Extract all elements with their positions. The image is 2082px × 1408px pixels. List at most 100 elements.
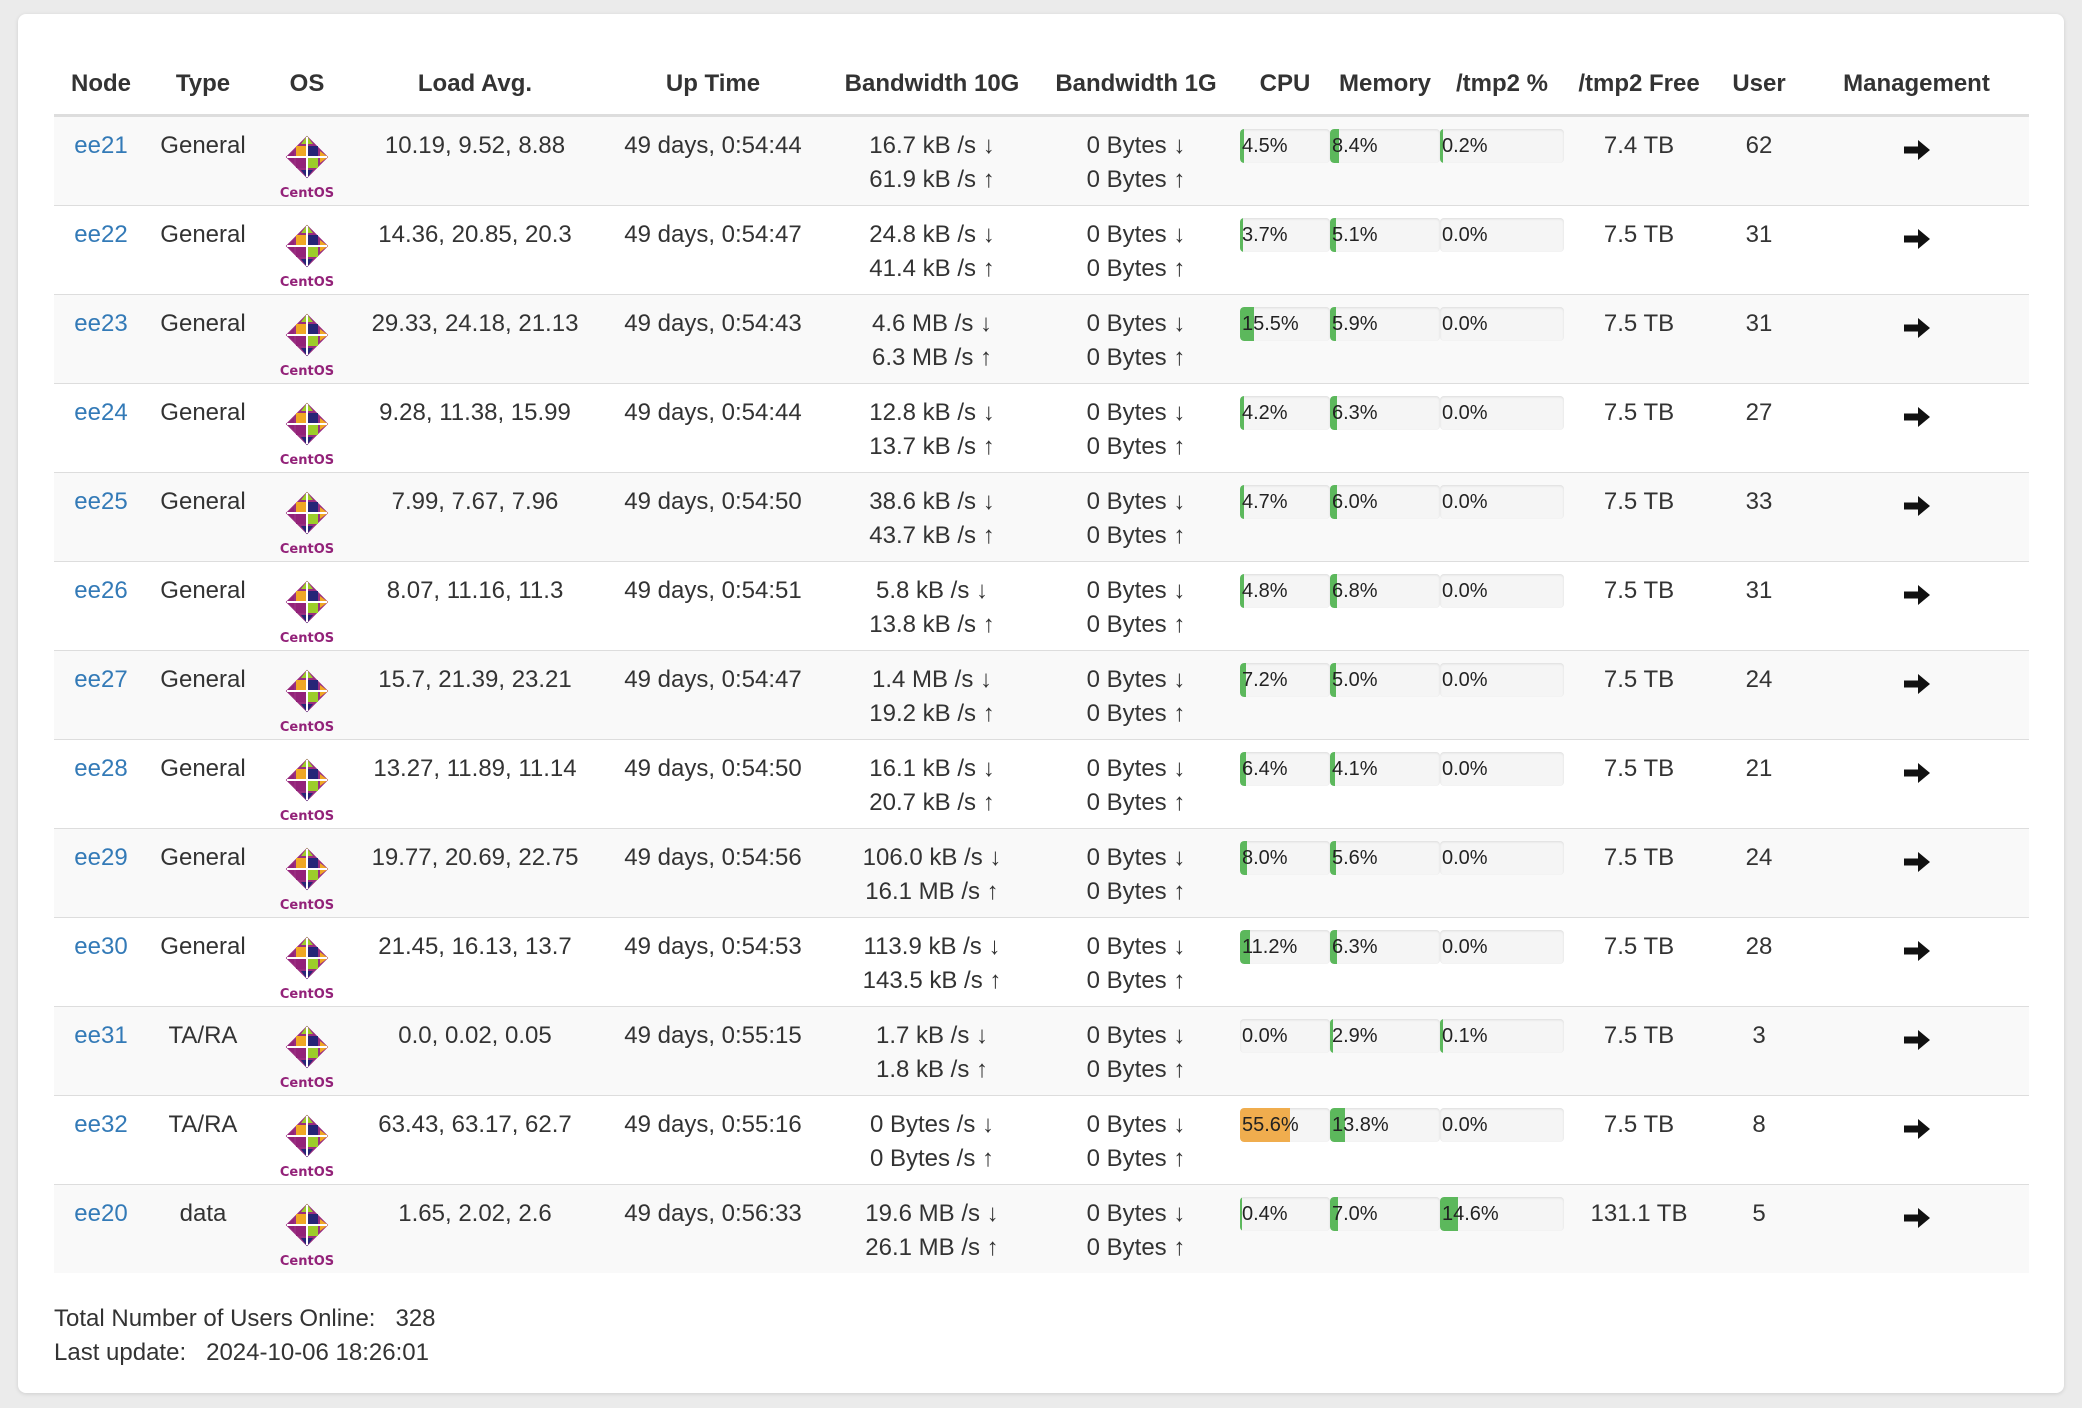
bandwidth-1g-down: 0 Bytes ↓ <box>1086 1022 1186 1049</box>
arrow-right-icon[interactable] <box>1902 740 1932 788</box>
memory-progress-bar-label: 8.4% <box>1332 135 1378 157</box>
os-cell: CentOS <box>258 383 356 473</box>
arrow-right-icon[interactable] <box>1902 473 1932 521</box>
node-link[interactable]: ee28 <box>54 752 148 786</box>
cpu-progress-bar: 7.2% <box>1240 663 1330 697</box>
header-bandwidth-10g: Bandwidth 10G <box>832 54 1032 117</box>
memory-progress-bar: 2.9% <box>1330 1019 1440 1053</box>
tmp2-free: 7.5 TB <box>1603 844 1675 871</box>
bandwidth-10g-up: 41.4 kB /s ↑ <box>869 255 995 282</box>
bandwidth-1g-cell: 0 Bytes ↓ 0 Bytes ↑ <box>1032 205 1240 295</box>
tmp2-progress-bar: 0.0% <box>1440 396 1564 430</box>
user-count-cell: 8 <box>1714 1095 1804 1185</box>
last-update-line: Last update: 2024-10-06 18:26:01 <box>54 1336 436 1370</box>
bandwidth-1g-down: 0 Bytes ↓ <box>1086 844 1186 871</box>
svg-text:CentOS: CentOS <box>280 542 334 557</box>
arrow-right-icon[interactable] <box>1902 1185 1932 1233</box>
bandwidth-1g-cell: 0 Bytes ↓ 0 Bytes ↑ <box>1032 828 1240 918</box>
arrow-right-icon[interactable] <box>1902 562 1932 610</box>
header-management: Management <box>1804 54 2029 117</box>
tmp2-free: 7.4 TB <box>1603 132 1675 159</box>
tmp2-percent-cell: 0.0% <box>1440 383 1564 473</box>
tmp2-free: 131.1 TB <box>1590 1200 1688 1227</box>
node-cell: ee28 <box>54 739 148 829</box>
user-count: 31 <box>1745 310 1773 337</box>
user-count: 31 <box>1745 221 1773 248</box>
svg-text:CentOS: CentOS <box>280 631 334 646</box>
node-link[interactable]: ee30 <box>54 930 148 964</box>
bandwidth-10g-up: 1.8 kB /s ↑ <box>875 1056 989 1083</box>
type-cell: General <box>148 739 258 829</box>
table-row: ee30 General CentOS 21.45, 16.13, 13.7 49 … <box>54 917 2029 1007</box>
tmp2-percent-cell: 0.0% <box>1440 917 1564 1007</box>
uptime-cell: 49 days, 0:54:51 <box>594 561 832 651</box>
tmp2-progress-bar-label: 0.0% <box>1442 313 1488 335</box>
cpu-progress-bar: 4.7% <box>1240 485 1330 519</box>
os-cell: CentOS <box>258 828 356 918</box>
bandwidth-1g-up: 0 Bytes ↑ <box>1086 166 1186 193</box>
node-type: TA/RA <box>168 1022 238 1049</box>
tmp2-free: 7.5 TB <box>1603 1022 1675 1049</box>
node-link[interactable]: ee23 <box>54 307 148 341</box>
load-average: 0.0, 0.02, 0.05 <box>398 1022 552 1049</box>
node-link[interactable]: ee31 <box>54 1019 148 1053</box>
header-cpu: CPU <box>1240 54 1330 117</box>
bandwidth-1g-up: 0 Bytes ↑ <box>1086 1234 1186 1261</box>
header-up-time: Up Time <box>594 54 832 117</box>
arrow-right-icon[interactable] <box>1902 829 1932 877</box>
bandwidth-10g-up: 26.1 MB /s ↑ <box>865 1234 999 1261</box>
tmp2-free: 7.5 TB <box>1603 666 1675 693</box>
node-link[interactable]: ee29 <box>54 841 148 875</box>
bandwidth-10g-up: 6.3 MB /s ↑ <box>871 344 993 371</box>
arrow-right-icon[interactable] <box>1902 1096 1932 1144</box>
uptime: 49 days, 0:54:43 <box>624 310 802 337</box>
arrow-right-icon[interactable] <box>1902 651 1932 699</box>
arrow-right-icon[interactable] <box>1902 918 1932 966</box>
memory-progress-bar: 4.1% <box>1330 752 1440 786</box>
svg-text:CentOS: CentOS <box>280 720 334 735</box>
tmp2-progress-bar-label: 0.0% <box>1442 402 1488 424</box>
arrow-right-icon[interactable] <box>1902 206 1932 254</box>
user-count: 21 <box>1745 755 1773 782</box>
management-cell <box>1804 917 2029 1007</box>
tmp2-free-cell: 7.5 TB <box>1564 917 1714 1007</box>
arrow-right-icon[interactable] <box>1902 1007 1932 1055</box>
node-link[interactable]: ee22 <box>54 218 148 252</box>
management-cell <box>1804 1184 2029 1273</box>
type-cell: General <box>148 917 258 1007</box>
tmp2-free: 7.5 TB <box>1603 488 1675 515</box>
node-link[interactable]: ee27 <box>54 663 148 697</box>
load-avg-cell: 10.19, 9.52, 8.88 <box>356 115 594 206</box>
tmp2-free-cell: 7.4 TB <box>1564 115 1714 206</box>
node-link[interactable]: ee20 <box>54 1197 148 1231</box>
management-cell <box>1804 294 2029 384</box>
user-count-cell: 31 <box>1714 561 1804 651</box>
table-row: ee23 General CentOS 29.33, 24.18, 21.13 49… <box>54 294 2029 384</box>
bandwidth-10g-down: 19.6 MB /s ↓ <box>865 1200 999 1227</box>
management-cell <box>1804 650 2029 740</box>
memory-cell: 6.3% <box>1330 383 1440 473</box>
management-cell <box>1804 1006 2029 1096</box>
node-link[interactable]: ee32 <box>54 1108 148 1142</box>
type-cell: General <box>148 650 258 740</box>
memory-progress-bar: 6.3% <box>1330 930 1440 964</box>
cpu-cell: 8.0% <box>1240 828 1330 918</box>
table-row: ee26 General CentOS 8.07, 11.16, 11.3 49 d… <box>54 561 2029 651</box>
bandwidth-10g-up: 19.2 kB /s ↑ <box>869 700 995 727</box>
uptime-cell: 49 days, 0:54:53 <box>594 917 832 1007</box>
node-link[interactable]: ee24 <box>54 396 148 430</box>
arrow-right-icon[interactable] <box>1902 295 1932 343</box>
node-type: General <box>160 132 246 159</box>
memory-progress-bar: 5.6% <box>1330 841 1440 875</box>
bandwidth-10g-cell: 19.6 MB /s ↓ 26.1 MB /s ↑ <box>832 1184 1032 1273</box>
cpu-progress-bar-label: 0.0% <box>1242 1025 1288 1047</box>
arrow-right-icon[interactable] <box>1902 384 1932 432</box>
arrow-right-icon[interactable] <box>1902 117 1932 165</box>
load-avg-cell: 14.36, 20.85, 20.3 <box>356 205 594 295</box>
node-link[interactable]: ee26 <box>54 574 148 608</box>
node-link[interactable]: ee21 <box>54 129 148 163</box>
bandwidth-1g-up: 0 Bytes ↑ <box>1086 878 1186 905</box>
type-cell: data <box>148 1184 258 1273</box>
total-users-label: Total Number of Users Online: <box>54 1305 376 1332</box>
node-link[interactable]: ee25 <box>54 485 148 519</box>
